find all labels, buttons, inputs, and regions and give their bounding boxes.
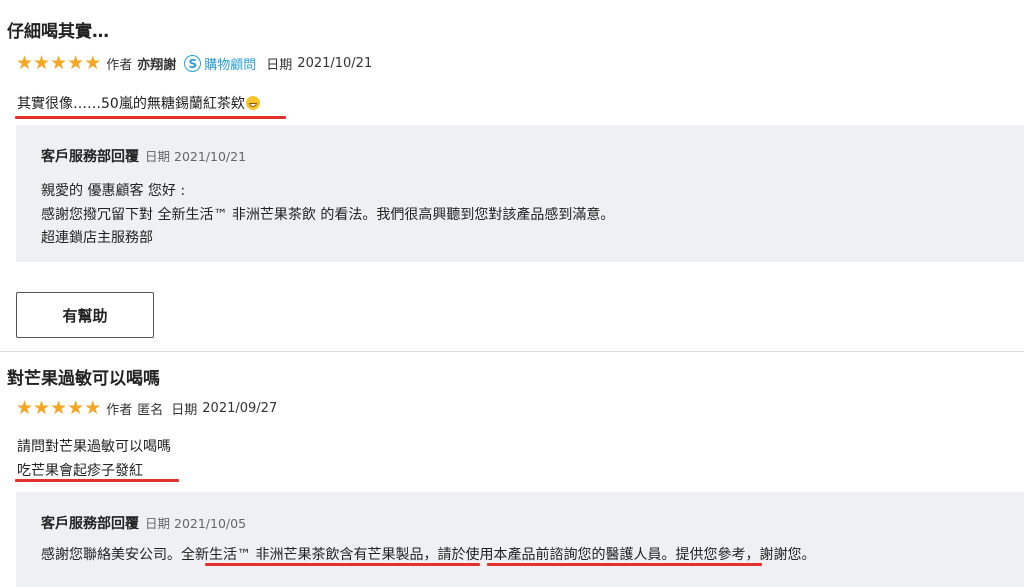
star-icon: ★ [16,397,34,419]
helpful-button[interactable]: 有幫助 [16,292,154,338]
star-icon: ★ [84,52,102,74]
star-rating: ★ ★ ★ ★ ★ [16,399,101,418]
grinning-face-icon [245,96,260,110]
review-divider [0,351,1024,352]
star-icon: ★ [33,397,51,419]
reply-title: 客戶服務部回覆 [41,149,139,165]
reply-date: 2021/10/21 [174,149,247,164]
s-badge-icon: S [184,55,202,72]
author-label: 作者 [106,403,133,418]
reply-date-label: 日期 [145,516,171,531]
star-icon: ★ [33,52,51,74]
highlight-underline [487,563,762,566]
author-label: 作者 [106,58,133,73]
reply-line: 感謝您聯絡美安公司。全新生活™ 非洲芒果茶飲含有芒果製品，請於使用本產品前諮詢您… [41,547,816,563]
star-rating: ★ ★ ★ ★ ★ [16,54,101,73]
shopping-advisor-badge: S 購物顧問 [184,54,256,73]
review-meta: ★ ★ ★ ★ ★ 作者 亦翔謝 S 購物顧問 日期 2021/10/21 [16,54,373,74]
reply-header: 客戶服務部回覆 日期 2021/10/05 [41,513,246,533]
highlight-underline [15,116,286,119]
reply-line: 超連鎖店主服務部 [41,230,153,246]
review-body-line: 吃芒果會起疹子發紅 [17,463,143,479]
review-title: 仔細喝其實… [7,22,109,42]
star-icon: ★ [84,397,102,419]
star-icon: ★ [16,52,34,74]
reply-date-label: 日期 [145,149,171,164]
customer-service-reply: 客戶服務部回覆 日期 2021/10/05 感謝您聯絡美安公司。全新生活™ 非洲芒… [16,492,1024,587]
date-label: 日期 [171,403,198,418]
reply-line: 感謝您撥冗留下對 全新生活™ 非洲芒果茶飲 的看法。我們很高興聽到您對該產品感到… [41,207,615,223]
customer-service-reply: 客戶服務部回覆 日期 2021/10/21 親愛的 優惠顧客 您好 : 感謝您撥冗… [16,125,1024,262]
author-name: 亦翔謝 [137,58,177,73]
star-icon: ★ [67,397,85,419]
author-name: 匿名 [137,403,164,418]
star-icon: ★ [67,52,85,74]
review-body-line: 請問對芒果過敏可以喝嗎 [17,439,171,455]
review-date: 2021/10/21 [297,56,373,71]
highlight-underline [15,479,179,482]
review-title: 對芒果過敏可以喝嗎 [7,369,160,389]
review-date: 2021/09/27 [202,401,278,416]
review-body: 其實很像……50嵐的無糖錫蘭紅茶欸 [17,93,260,113]
date-label: 日期 [266,58,293,73]
highlight-underline [205,563,480,566]
reply-line: 親愛的 優惠顧客 您好 : [41,183,186,199]
star-icon: ★ [50,52,68,74]
reply-date: 2021/10/05 [174,516,247,531]
review-meta: ★ ★ ★ ★ ★ 作者 匿名 日期 2021/09/27 [16,399,278,419]
review-body-line: 其實很像……50嵐的無糖錫蘭紅茶欸 [17,96,245,112]
reply-title: 客戶服務部回覆 [41,516,139,532]
badge-label: 購物顧問 [204,58,257,73]
star-icon: ★ [50,397,68,419]
reply-header: 客戶服務部回覆 日期 2021/10/21 [41,146,246,166]
